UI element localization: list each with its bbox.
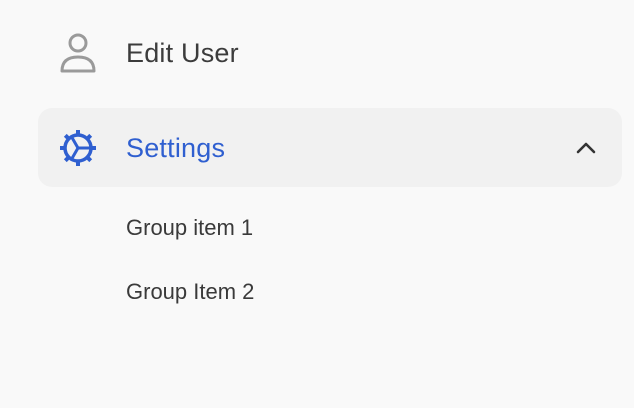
gear-icon [58,126,98,170]
nav-item-settings[interactable]: Settings [38,108,622,187]
sidebar-nav: Edit User Settings Group item 1 Group It… [0,0,634,408]
user-icon [58,31,98,75]
nav-item-edit-user[interactable]: Edit User [38,22,622,84]
nav-item-label: Settings [126,132,226,163]
subitem-group-item-1[interactable]: Group item 1 [126,214,253,242]
subitem-group-item-2[interactable]: Group Item 2 [126,278,254,306]
nav-item-label: Edit User [126,38,239,68]
chevron-up-icon[interactable] [572,134,600,162]
